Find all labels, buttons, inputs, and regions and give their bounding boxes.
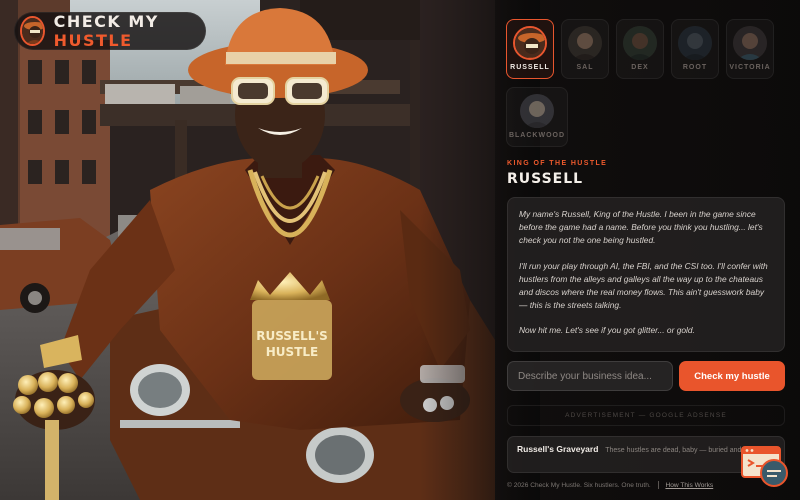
footer: © 2026 Check My Hustle. Six hustlers. On…	[507, 481, 713, 489]
logo-text: CHECK MY HUSTLE	[54, 12, 205, 50]
footer-divider	[657, 481, 659, 489]
how-it-works-link[interactable]: How This Works	[665, 482, 713, 489]
character-bio: My name's Russell, King of the Hustle. I…	[507, 197, 785, 352]
character-name: BLACKWOOD	[508, 132, 566, 139]
dex-portrait	[623, 26, 657, 60]
character-sal[interactable]: SAL	[561, 19, 609, 79]
victoria-portrait	[733, 26, 767, 60]
bio-paragraph: Now hit me. Let's see if you got glitter…	[519, 325, 695, 336]
logo-prefix: CHECK MY	[53, 12, 159, 31]
character-name: SAL	[576, 64, 594, 71]
ad-slot: ADVERTISEMENT — GOOGLE ADSENSE	[507, 405, 785, 426]
bio-paragraph: My name's Russell, King of the Hustle. I…	[519, 209, 763, 246]
graveyard-text: These hustles are dead, baby — buried an…	[605, 447, 759, 454]
sal-portrait	[568, 26, 602, 60]
logo-accent: HUSTLE	[53, 31, 133, 50]
bio-paragraph: I'll run your play through AI, the FBI, …	[519, 260, 768, 311]
character-name: VICTORIA	[729, 64, 771, 71]
root-portrait	[678, 26, 712, 60]
footer-copyright: © 2026 Check My Hustle. Six hustlers. On…	[507, 481, 651, 489]
medallion-line1: RUSSELL'S	[256, 329, 328, 343]
character-dex[interactable]: DEX	[616, 19, 664, 79]
russell-portrait	[513, 26, 547, 60]
business-idea-input[interactable]	[507, 361, 673, 391]
graveyard-title: Russell's Graveyard	[517, 444, 599, 454]
character-name: RUSSELL	[510, 64, 550, 71]
check-hustle-button[interactable]: Check my hustle	[679, 361, 785, 391]
chat-widget-icon[interactable]	[740, 445, 790, 489]
character-russell[interactable]: RUSSELL	[506, 19, 554, 79]
character-root[interactable]: ROOT	[671, 19, 719, 79]
ad-label: ADVERTISEMENT — GOOGLE ADSENSE	[565, 412, 727, 419]
character-victoria[interactable]: VICTORIA	[726, 19, 774, 79]
character-subtitle: KING OF THE HUSTLE	[507, 160, 608, 167]
avatar-russell-icon	[20, 16, 45, 46]
app-logo[interactable]: CHECK MY HUSTLE	[14, 12, 206, 50]
character-name: DEX	[631, 64, 649, 71]
character-name: ROOT	[682, 64, 708, 71]
character-title: RUSSELL	[507, 171, 584, 187]
blackwood-portrait	[520, 94, 554, 128]
medallion-line2: HUSTLE	[266, 345, 318, 359]
character-blackwood[interactable]: BLACKWOOD	[506, 87, 568, 147]
